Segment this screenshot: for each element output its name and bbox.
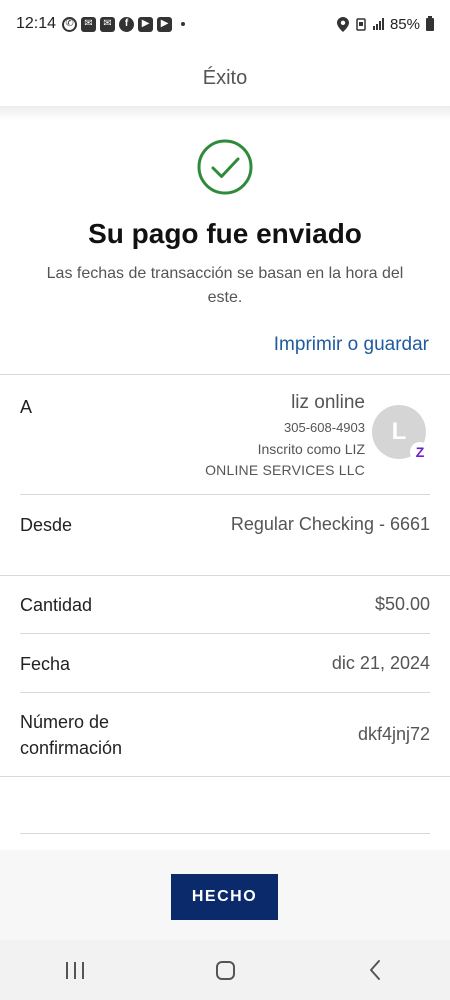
recipient-name: liz online xyxy=(291,392,365,413)
divider xyxy=(20,833,430,834)
notification-dot xyxy=(181,22,186,26)
facebook-icon: f xyxy=(119,16,135,32)
location-icon xyxy=(336,16,349,32)
recipient-registered-line2: ONLINE SERVICES LLC xyxy=(205,462,365,478)
status-bar: 12:14 ✆ ✉ ✉ f ▶ ▶ 85% xyxy=(0,0,450,48)
status-time: 12:14 xyxy=(16,15,57,32)
confirmation-value: dkf4jnj72 xyxy=(357,724,430,744)
recipient-phone: 305-608-4903 xyxy=(284,420,365,435)
back-icon xyxy=(370,960,380,980)
recent-apps-button[interactable] xyxy=(45,950,105,990)
messages-icon: ✉ xyxy=(100,16,116,32)
divider xyxy=(0,374,450,375)
status-right: 85% xyxy=(336,15,434,33)
date-value: dic 21, 2024 xyxy=(331,653,430,673)
from-value: Regular Checking - 6661 xyxy=(230,514,430,534)
wifi-calling-icon xyxy=(356,17,366,31)
youtube-icon: ▶ xyxy=(157,16,173,32)
success-title: Su pago fue enviado xyxy=(88,218,362,249)
whatsapp-icon: ✆ xyxy=(62,16,78,32)
battery-percent: 85% xyxy=(389,15,420,33)
header-divider xyxy=(0,106,450,120)
amount-label: Cantidad xyxy=(20,595,93,615)
confirmation-label-line2: confirmación xyxy=(20,738,123,758)
home-icon xyxy=(215,960,235,980)
youtube-icon: ▶ xyxy=(138,16,154,32)
signal-icon xyxy=(372,18,384,30)
recipient-registered-line1: Inscrito como LIZ xyxy=(257,441,365,457)
avatar-letter: L xyxy=(391,418,407,445)
status-left: 12:14 ✆ ✉ ✉ f ▶ ▶ xyxy=(16,15,186,33)
divider xyxy=(0,575,450,576)
messages-icon: ✉ xyxy=(81,16,97,32)
zelle-icon: Z xyxy=(410,442,430,462)
amount-value: $50.00 xyxy=(374,594,430,614)
page-header: Éxito xyxy=(0,48,450,108)
system-nav-bar xyxy=(0,940,450,1000)
zelle-badge-letter: Z xyxy=(415,444,425,460)
done-button[interactable]: HECHO xyxy=(171,874,278,920)
back-button[interactable] xyxy=(345,950,405,990)
print-or-save-link[interactable]: Imprimir o guardar xyxy=(274,334,429,356)
from-label: Desde xyxy=(20,515,73,535)
divider xyxy=(20,494,430,495)
success-subtitle: Las fechas de transacción se basan en la… xyxy=(46,265,404,306)
date-label: Fecha xyxy=(20,654,71,674)
divider xyxy=(20,633,430,634)
check-circle-icon xyxy=(197,139,253,195)
confirmation-label-line1: Número de xyxy=(20,712,110,732)
divider xyxy=(0,776,450,777)
home-button[interactable] xyxy=(195,950,255,990)
divider xyxy=(20,692,430,693)
to-label: A xyxy=(20,397,33,417)
recent-apps-icon xyxy=(66,961,84,979)
page-title: Éxito xyxy=(202,66,248,89)
battery-icon xyxy=(426,15,434,31)
